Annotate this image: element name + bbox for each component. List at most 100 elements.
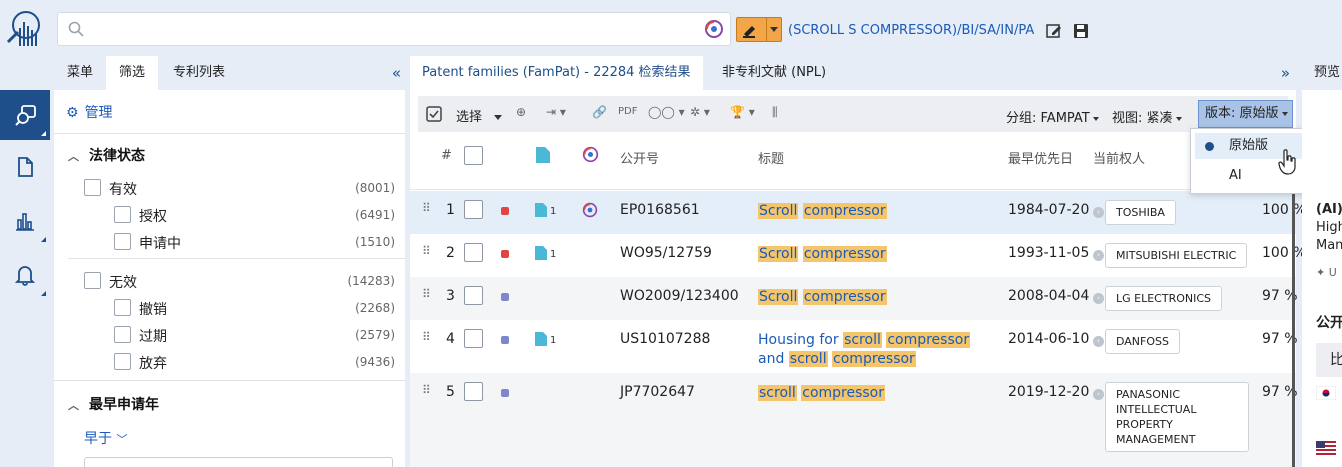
filter-checkbox[interactable] (114, 326, 131, 343)
select-dropdown[interactable]: 选择 (456, 106, 503, 125)
nav-analytics[interactable] (0, 196, 50, 246)
table-row[interactable]: ⠿ 3 WO2009/123400 Scroll compressor 2008-04-… (410, 277, 1298, 320)
query-text[interactable]: (SCROLL S COMPRESSOR)/BI/SA/IN/PA (788, 23, 1034, 38)
add-to-list-icon[interactable]: ⊕ (516, 105, 526, 119)
scrollbar[interactable] (1292, 191, 1295, 467)
owner-badge[interactable]: DANFOSS (1105, 329, 1180, 354)
legal-status-header[interactable]: ︿ 法律状态 (68, 145, 145, 165)
filter-group-row[interactable]: 无效 (14283) (54, 268, 405, 294)
collapse-panel-icon[interactable]: « (392, 64, 401, 82)
drag-handle-icon[interactable]: ⠿ (422, 383, 431, 397)
filter-option-row[interactable]: 申请中 (1510) (54, 229, 405, 255)
group-dropdown[interactable]: 分组: FAMPAT (1006, 107, 1099, 126)
trophy-icon[interactable]: 🏆 ▾ (730, 105, 755, 119)
publication-number[interactable]: EP0168561 (620, 202, 700, 218)
row-checkbox[interactable] (464, 243, 483, 262)
document-icon[interactable] (534, 331, 548, 347)
pdf-icon[interactable]: PDF (618, 106, 637, 117)
drag-handle-icon[interactable]: ⠿ (422, 201, 431, 215)
patent-title[interactable]: Housing for scroll compressor and scroll… (758, 331, 993, 369)
filter-checkbox[interactable] (84, 272, 101, 289)
document-icon[interactable] (534, 202, 548, 218)
chevron-down-icon[interactable] (770, 27, 778, 32)
patent-title[interactable]: Scroll compressor (758, 245, 993, 264)
col-title[interactable]: 标题 (758, 148, 784, 167)
filter-option-row[interactable]: 撤销 (2268) (54, 295, 405, 321)
drag-handle-icon[interactable]: ⠿ (422, 287, 431, 301)
earliest-year-header[interactable]: ︿ 最早申请年 (68, 394, 159, 414)
document-icon[interactable] (535, 146, 551, 164)
expand-owner-icon[interactable]: › (1093, 250, 1104, 261)
row-checkbox[interactable] (464, 200, 483, 219)
filter-option-row[interactable]: 授权 (6491) (54, 202, 405, 228)
row-checkbox[interactable] (464, 286, 483, 305)
filter-checkbox[interactable] (84, 179, 101, 196)
export-icon[interactable]: ⇥ ▾ (546, 105, 566, 119)
highlight-mode-button[interactable] (736, 17, 782, 42)
publication-number[interactable]: JP7702647 (620, 384, 695, 400)
publication-number[interactable]: WO2009/123400 (620, 288, 739, 304)
ai-icon[interactable] (582, 146, 599, 163)
owner-badge[interactable]: MITSUBISHI ELECTRIC (1105, 243, 1248, 268)
owner-badge[interactable]: TOSHIBA (1105, 200, 1176, 225)
filter-option-row[interactable]: 过期 (2579) (54, 322, 405, 348)
search-box[interactable] (57, 12, 731, 46)
filter-checkbox[interactable] (114, 299, 131, 316)
publication-number[interactable]: US10107288 (620, 331, 710, 347)
manage-link[interactable]: ⚙ 管理 (66, 102, 113, 122)
earlier-than-dropdown[interactable]: 早于 ﹀ (84, 428, 127, 448)
filter-group-row[interactable]: 有效 (8001) (54, 175, 405, 201)
table-row[interactable]: ⠿ 4 1 US10107288 Housing for scroll compress… (410, 320, 1298, 373)
link-icon[interactable]: 🔗 (592, 105, 607, 119)
col-pubno[interactable]: 公开号 (620, 148, 659, 167)
table-row[interactable]: ⠿ 5 JP7702647 scroll compressor 2019-12-20 › P… (410, 373, 1298, 467)
patent-title[interactable]: Scroll compressor (758, 288, 993, 307)
document-icon[interactable] (534, 245, 548, 261)
drag-handle-icon[interactable]: ⠿ (422, 244, 431, 258)
view-dropdown[interactable]: 视图: 紧凑 (1112, 107, 1182, 126)
expand-owner-icon[interactable]: › (1093, 207, 1104, 218)
compare-icon[interactable]: ◯◯ ▾ (648, 105, 685, 119)
ai-assistant-icon[interactable] (704, 19, 724, 39)
expand-owner-icon[interactable]: › (1093, 336, 1104, 347)
search-input[interactable] (92, 17, 682, 41)
col-owner[interactable]: 当前权人 (1093, 148, 1145, 167)
table-row[interactable]: ⠿ 2 1 WO95/12759 Scroll compressor 1993-11-05… (410, 234, 1306, 277)
nav-search[interactable] (0, 90, 50, 140)
select-all-checkbox[interactable] (464, 146, 483, 165)
expand-owner-icon[interactable]: › (1093, 389, 1104, 400)
tab-npl[interactable]: 非专利文献 (NPL) (710, 56, 838, 90)
row-checkbox[interactable] (464, 329, 483, 348)
filter-option-row[interactable]: 放弃 (9436) (54, 349, 405, 375)
tab-patent-list[interactable]: 专利列表 (158, 56, 240, 90)
tab-fampat[interactable]: Patent families (FamPat) - 22284 检索结果 (410, 56, 703, 90)
filter-checkbox[interactable] (114, 206, 131, 223)
drag-handle-icon[interactable]: ⠿ (422, 330, 431, 344)
edit-icon[interactable] (1046, 23, 1062, 39)
network-icon[interactable]: ✲ ▾ (690, 105, 710, 119)
filter-checkbox[interactable] (114, 233, 131, 250)
ai-icon[interactable] (582, 202, 598, 218)
patent-title[interactable]: Scroll compressor (758, 202, 993, 221)
tab-menu[interactable]: 菜单 (54, 56, 106, 90)
filter-checkbox[interactable] (114, 353, 131, 370)
expand-panel-icon[interactable]: » (1281, 64, 1290, 82)
row-checkbox[interactable] (464, 382, 483, 401)
nav-documents[interactable] (0, 142, 50, 192)
year-input[interactable] (84, 457, 393, 467)
split-view-icon[interactable]: ⫼ (772, 105, 778, 120)
table-row[interactable]: ⠿ 1 1 EP0168561 Scroll compressor 1984-07-20 ›… (410, 191, 1306, 234)
owner-badge[interactable]: PANASONIC INTELLECTUAL PROPERTY MANAGEME… (1105, 382, 1249, 452)
tab-preview[interactable]: 预览 (1302, 56, 1342, 90)
version-dropdown[interactable]: 版本: 原始版 (1198, 100, 1293, 128)
checkbox-select-icon[interactable] (426, 106, 442, 122)
save-icon[interactable] (1073, 23, 1089, 39)
expand-owner-icon[interactable]: › (1093, 293, 1104, 304)
tab-filter[interactable]: 筛选 (106, 56, 158, 90)
preview-box[interactable]: 比 (1316, 343, 1342, 377)
patent-title[interactable]: scroll compressor (758, 384, 993, 403)
owner-badge[interactable]: LG ELECTRONICS (1105, 286, 1223, 311)
nav-alerts[interactable] (0, 250, 50, 300)
col-priority[interactable]: 最早优先日 (1008, 148, 1073, 167)
publication-number[interactable]: WO95/12759 (620, 245, 712, 261)
